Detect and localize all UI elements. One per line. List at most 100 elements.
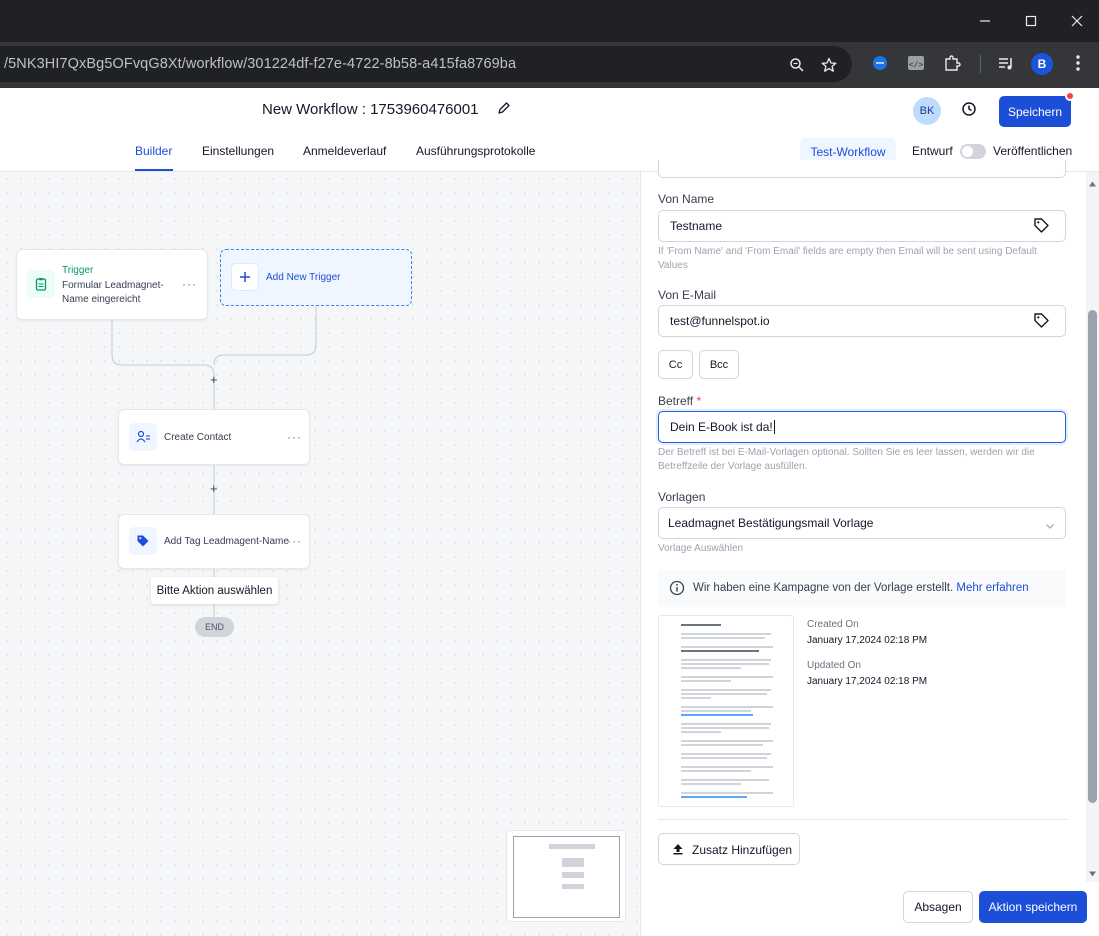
zoom-icon[interactable] — [787, 55, 807, 75]
extension-code-icon[interactable]: </> — [904, 51, 928, 75]
scroll-up-icon[interactable] — [1088, 175, 1097, 187]
profile-avatar[interactable]: B — [1031, 53, 1053, 75]
minimap-node — [562, 872, 584, 878]
updated-on-value: January 17,2024 02:18 PM — [807, 676, 928, 687]
created-on-label: Created On — [807, 619, 859, 630]
user-avatar[interactable]: BK — [913, 97, 941, 125]
preview-line — [681, 770, 751, 772]
preview-line — [681, 693, 767, 695]
preview-link-line — [681, 796, 747, 798]
add-trigger-label: Add New Trigger — [266, 272, 341, 283]
preview-line — [681, 731, 721, 733]
media-control-icon[interactable] — [994, 51, 1018, 75]
learn-more-link[interactable]: Mehr erfahren — [956, 582, 1028, 594]
extension-diamond-icon[interactable] — [868, 51, 892, 75]
cc-button[interactable]: Cc — [658, 350, 693, 379]
preview-link-line — [681, 714, 753, 716]
preview-line — [681, 633, 771, 635]
publish-toggle-knob — [962, 146, 973, 157]
close-icon[interactable] — [1065, 10, 1089, 32]
end-node: END — [195, 617, 234, 637]
preview-line — [681, 710, 751, 712]
bookmark-star-icon[interactable] — [819, 55, 839, 75]
preview-line — [681, 646, 773, 648]
from-email-input[interactable]: test@funnelspot.io — [658, 305, 1066, 337]
preview-line — [681, 624, 721, 626]
panel-scrollbar-thumb[interactable] — [1088, 310, 1097, 803]
preview-line — [681, 783, 741, 785]
preview-line — [681, 740, 773, 742]
plus-icon — [231, 263, 259, 291]
preview-line — [681, 753, 771, 755]
add-attachment-button[interactable]: Zusatz Hinzufügen — [658, 833, 800, 865]
preview-line — [681, 689, 771, 691]
subject-help: Der Betreff ist bei E-Mail-Vorlagen opti… — [658, 447, 1035, 472]
history-icon[interactable] — [961, 101, 979, 119]
preview-line — [681, 663, 769, 665]
template-selected-value: Leadmagnet Bestätigungsmail Vorlage — [668, 516, 874, 530]
template-preview-thumbnail[interactable] — [658, 615, 794, 807]
preview-line — [681, 744, 763, 746]
from-email-value: test@funnelspot.io — [670, 314, 770, 328]
save-action-button[interactable]: Aktion speichern — [979, 891, 1087, 923]
info-message: Wir haben eine Kampagne von der Vorlage … — [693, 582, 957, 594]
bcc-button[interactable]: Bcc — [699, 350, 739, 379]
preview-line — [681, 723, 771, 725]
templates-label: Vorlagen — [658, 490, 706, 504]
preview-line — [681, 706, 773, 708]
add-step-plus-2[interactable]: + — [210, 481, 218, 496]
template-select[interactable]: Leadmagnet Bestätigungsmail Vorlage — [658, 507, 1066, 539]
action-more-icon[interactable]: ··· — [287, 534, 302, 548]
preview-line — [681, 779, 769, 781]
draft-label: Entwurf — [912, 144, 953, 158]
upload-icon — [672, 843, 684, 855]
svg-text:</>: </> — [909, 60, 924, 69]
preview-line — [681, 680, 731, 682]
kebab-menu-icon[interactable] — [1066, 51, 1090, 75]
action-more-icon[interactable]: ··· — [287, 430, 302, 444]
from-name-label: Von Name — [658, 192, 715, 206]
preview-line — [681, 676, 773, 678]
tag-icon[interactable] — [1033, 312, 1051, 330]
info-text: Wir haben eine Kampagne von der Vorlage … — [693, 582, 1029, 594]
created-on-value: January 17,2024 02:18 PM — [807, 635, 928, 646]
action-label: Add Tag Leadmagent-Name — [164, 536, 289, 547]
preview-line — [681, 650, 759, 652]
preview-line — [681, 727, 769, 729]
preview-line — [681, 792, 773, 794]
add-step-plus-1[interactable]: + — [210, 372, 218, 387]
save-button[interactable]: Speichern — [999, 96, 1071, 127]
clipboard-icon — [27, 270, 55, 298]
tag-icon[interactable] — [1033, 217, 1051, 235]
from-name-help: If 'From Name' and 'From Email' fields a… — [658, 246, 1037, 271]
subject-input[interactable]: Dein E-Book ist da! — [658, 411, 1066, 443]
preview-line — [681, 766, 773, 768]
from-name-value: Testname — [670, 219, 723, 233]
minimize-icon[interactable] — [973, 10, 997, 32]
text-cursor — [773, 420, 775, 434]
trigger-line-1: Formular Leadmagnet- — [62, 280, 164, 291]
maximize-icon[interactable] — [1019, 10, 1043, 32]
minimap-node — [549, 844, 595, 849]
select-action-tooltip: Bitte Aktion auswählen — [151, 577, 278, 604]
scroll-down-icon[interactable] — [1088, 865, 1097, 877]
from-email-label: Von E-Mail — [658, 288, 717, 302]
subject-value: Dein E-Book ist da! — [670, 420, 773, 434]
from-name-input[interactable]: Testname — [658, 210, 1066, 242]
extensions-puzzle-icon[interactable] — [940, 51, 964, 75]
tag-filled-icon — [129, 527, 157, 555]
trigger-more-icon[interactable]: ··· — [182, 277, 197, 291]
updated-on-label: Updated On — [807, 660, 861, 671]
preview-line — [681, 637, 765, 639]
cancel-button[interactable]: Absagen — [903, 891, 973, 923]
action-label: Create Contact — [164, 432, 232, 443]
info-icon — [669, 580, 685, 596]
user-list-icon — [129, 423, 157, 451]
preview-line — [681, 659, 771, 661]
toolbar-separator — [980, 55, 981, 73]
unsaved-indicator — [1065, 91, 1075, 101]
preview-line — [681, 757, 767, 759]
subject-label-text: Betreff — [658, 394, 694, 408]
template-help: Vorlage Auswählen — [658, 543, 744, 554]
required-mark: * — [696, 394, 702, 408]
